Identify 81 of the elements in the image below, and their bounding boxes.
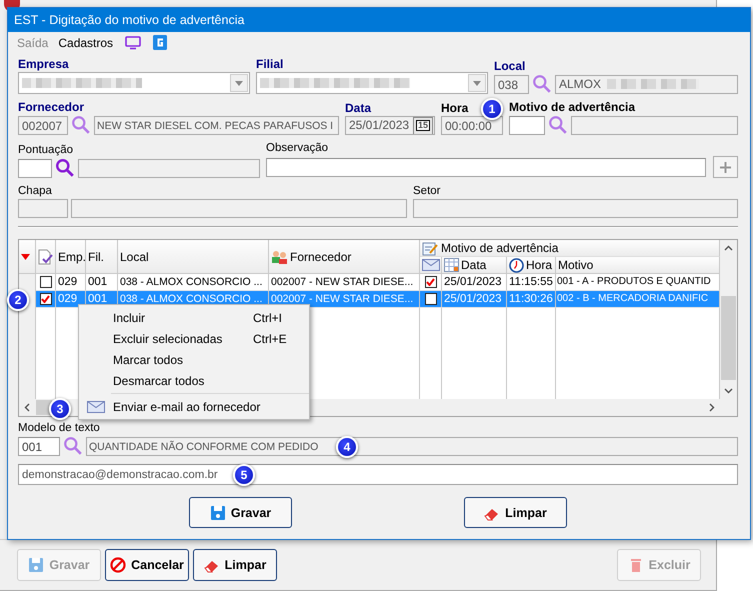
- search-icon[interactable]: [63, 436, 83, 456]
- table-cell: 11:30:26: [507, 291, 556, 308]
- field-value: 25/01/2023: [349, 117, 410, 134]
- save-button[interactable]: Gravar: [189, 497, 292, 528]
- branch-dropdown[interactable]: [256, 72, 488, 94]
- field-label: Data: [345, 101, 372, 115]
- checkbox[interactable]: [424, 276, 436, 288]
- column-header[interactable]: Local: [120, 250, 149, 264]
- field-label: Setor: [413, 184, 440, 198]
- callout-badge: 1: [481, 98, 503, 120]
- dropdown-arrow-icon[interactable]: [473, 80, 481, 86]
- time-field[interactable]: 00:00:00: [441, 116, 503, 135]
- scroll-thumb[interactable]: [36, 400, 52, 415]
- monitor-icon[interactable]: [125, 36, 142, 50]
- field-label: Modelo de texto: [18, 421, 100, 435]
- calendar-button[interactable]: 15: [413, 117, 433, 134]
- field-label: Filial: [256, 57, 284, 71]
- code-field[interactable]: 001: [18, 436, 60, 456]
- column-group-header: Motivo de advertência: [441, 241, 558, 255]
- menu-item[interactable]: Excluir selecionadas Ctrl+E: [79, 328, 309, 349]
- search-icon[interactable]: [548, 115, 568, 135]
- field-label: Local: [494, 59, 526, 73]
- field-label: Chapa: [18, 184, 52, 198]
- checkbox[interactable]: [40, 293, 52, 305]
- document-check-icon: [38, 248, 53, 264]
- date-field[interactable]: 25/01/2023 15: [345, 116, 435, 135]
- callout-badge: 3: [49, 398, 71, 420]
- field-label: Motivo de advertência: [509, 100, 636, 114]
- company-dropdown[interactable]: [18, 72, 250, 94]
- callout-badge: 2: [7, 289, 29, 311]
- search-icon[interactable]: [71, 115, 91, 135]
- clock-icon: [509, 258, 524, 272]
- notes-field[interactable]: [266, 158, 706, 176]
- code-field[interactable]: [18, 158, 52, 178]
- column-header[interactable]: Fornecedor: [290, 250, 352, 264]
- clear-button[interactable]: Limpar: [464, 497, 567, 528]
- scroll-down-icon[interactable]: [724, 388, 733, 394]
- checkbox[interactable]: [424, 293, 436, 305]
- code-field[interactable]: 038: [494, 74, 529, 94]
- scroll-up-icon[interactable]: [724, 245, 733, 251]
- menu-item[interactable]: Desmarcar todos: [79, 370, 309, 391]
- table-cell: 029: [56, 291, 86, 308]
- envelope-icon: [87, 400, 105, 412]
- code-field: [18, 199, 68, 218]
- code-field[interactable]: [509, 116, 545, 134]
- search-icon[interactable]: [55, 158, 75, 178]
- sort-arrow-icon[interactable]: [21, 254, 30, 260]
- vertical-scrollbar[interactable]: [720, 240, 737, 399]
- dropdown-arrow-icon[interactable]: [235, 80, 243, 86]
- checkbox[interactable]: [40, 276, 52, 288]
- window-title: EST - Digitação do motivo de advertência: [14, 13, 244, 27]
- code-field[interactable]: 002007: [18, 116, 68, 134]
- table-cell: 002007 - NEW STAR DIESE...: [269, 291, 420, 308]
- plus-icon: [720, 162, 731, 172]
- add-button[interactable]: [713, 156, 738, 178]
- field-label: Fornecedor: [18, 100, 84, 114]
- row-select-cell[interactable]: [36, 291, 56, 308]
- cancel-icon: [110, 557, 126, 573]
- toolbar-button[interactable]: Limpar: [193, 549, 277, 581]
- menu-item[interactable]: Incluir Ctrl+I: [79, 307, 309, 328]
- search-icon[interactable]: [532, 74, 552, 94]
- toolbar-button[interactable]: Cancelar: [105, 549, 189, 581]
- scroll-left-icon[interactable]: [24, 403, 30, 412]
- field-label: Pontuação: [18, 143, 73, 157]
- menu-item[interactable]: Cadastros: [58, 36, 114, 50]
- people-icon: [271, 250, 288, 264]
- field-label: Observação: [266, 141, 328, 155]
- scroll-thumb[interactable]: [721, 296, 736, 380]
- name-field: NEW STAR DIESEL COM. PECAS PARAFUSOS I: [94, 116, 339, 134]
- edit-list-icon: [422, 240, 439, 256]
- calendar-icon: [444, 258, 459, 272]
- menu-item[interactable]: Marcar todos: [79, 349, 309, 370]
- field-label: Hora: [441, 101, 468, 115]
- table-cell: 25/01/2023: [442, 291, 507, 308]
- envelope-icon: [422, 259, 440, 271]
- field-label: Empresa: [18, 57, 69, 71]
- column-header[interactable]: Motivo: [558, 258, 594, 272]
- field-value: ALMOX: [559, 76, 602, 92]
- scroll-right-icon[interactable]: [709, 403, 715, 412]
- app-icon[interactable]: [153, 35, 168, 50]
- table-cell: 002 - B - MERCADORIA DANIFIC: [556, 291, 720, 308]
